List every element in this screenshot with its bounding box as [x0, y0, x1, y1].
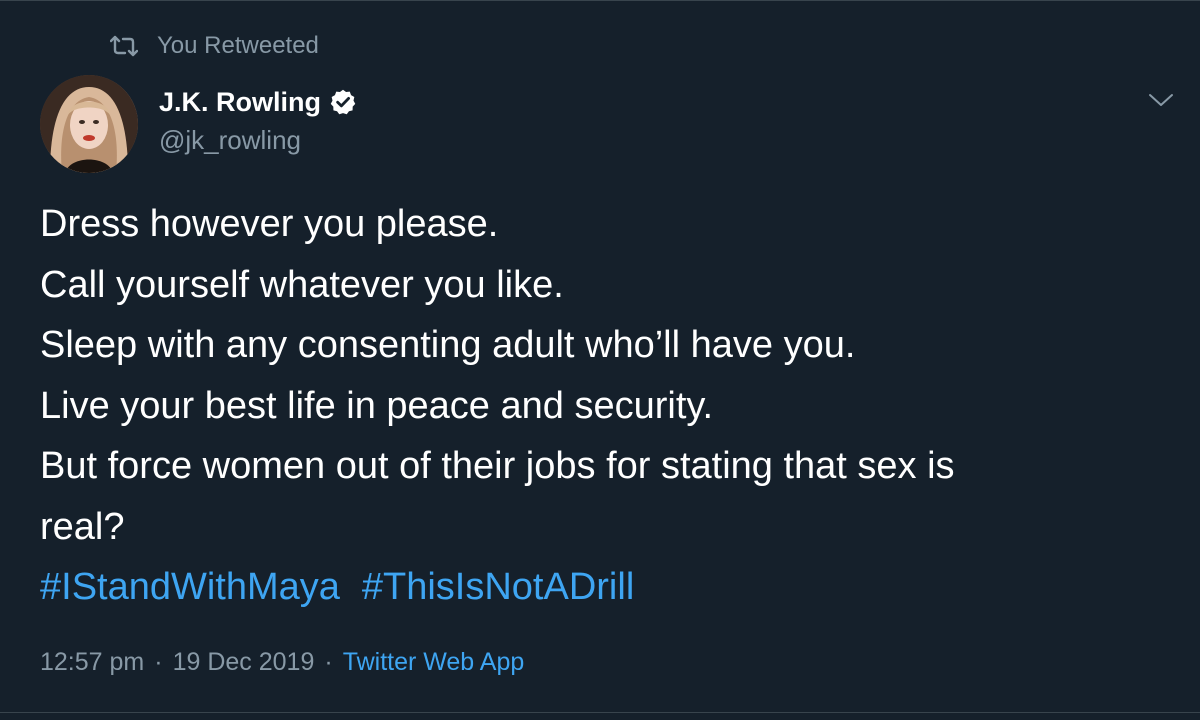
tweet-date[interactable]: 19 Dec 2019 [173, 644, 315, 680]
retweet-icon [110, 35, 138, 57]
author-name[interactable]: J.K. Rowling [159, 85, 321, 119]
chevron-down-icon[interactable] [1146, 85, 1176, 115]
tweet-line: But force women out of their jobs for st… [40, 445, 955, 487]
retweet-indicator: You Retweeted [110, 31, 319, 61]
tweet-line: Live your best life in peace and securit… [40, 384, 714, 427]
tweet-card: You Retweeted J.K. Rowling @jk_rowling D… [0, 0, 1200, 720]
tweet-line: real? [40, 505, 125, 548]
meta-separator: · [324, 648, 333, 676]
tweet-meta: 12:57 pm · 19 Dec 2019 · Twitter Web App [40, 644, 524, 680]
verified-badge-icon [330, 89, 356, 115]
divider [0, 712, 1200, 713]
hashtag-link[interactable]: #ThisIsNotADrill [362, 566, 634, 608]
meta-separator: · [154, 648, 163, 676]
tweet-source-link[interactable]: Twitter Web App [343, 644, 525, 680]
author-block: J.K. Rowling @jk_rowling [159, 85, 357, 157]
tweet-time[interactable]: 12:57 pm [40, 644, 144, 680]
tweet-line: Dress however you please. [40, 203, 499, 245]
retweet-label: You Retweeted [157, 32, 319, 59]
hashtag-link[interactable]: #IStandWithMaya [40, 566, 340, 608]
author-handle[interactable]: @jk_rowling [159, 123, 357, 157]
tweet-text: Dress however you please. Call yourself … [40, 194, 1180, 618]
author-name-row[interactable]: J.K. Rowling [159, 85, 357, 119]
tweet-line: Sleep with any consenting adult who’ll h… [40, 324, 856, 366]
avatar[interactable] [40, 75, 138, 173]
tweet-line: Call yourself whatever you like. [40, 263, 564, 306]
hashtag-row: #IStandWithMaya #ThisIsNotADrill [40, 557, 1180, 618]
